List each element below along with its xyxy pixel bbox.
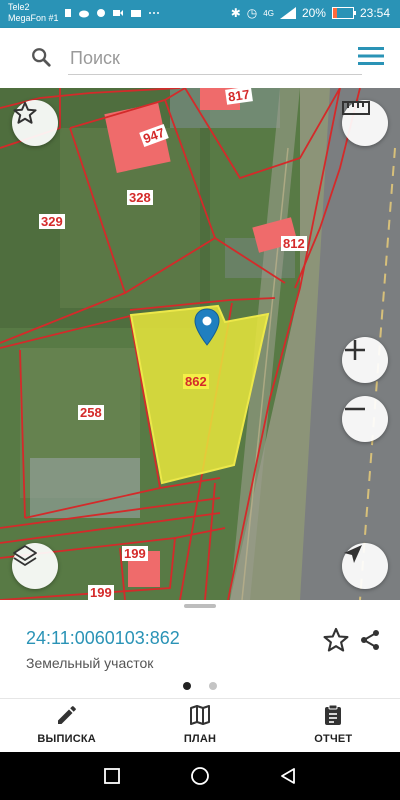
back-triangle-icon[interactable] [278, 766, 298, 786]
system-nav-bar [0, 752, 400, 800]
carrier-info: Tele2 MegaFon #1 [8, 2, 59, 24]
drag-handle[interactable] [184, 604, 216, 608]
carrier-2: MegaFon #1 [8, 13, 59, 23]
tab-report-label: ОТЧЕТ [314, 733, 353, 745]
share-icon[interactable] [358, 628, 382, 652]
parcel-type: Земельный участок [26, 655, 154, 671]
zoom-out-button[interactable] [342, 396, 388, 442]
clock: 23:54 [359, 6, 390, 20]
pencil-icon [57, 706, 76, 724]
parcel-label: 862 [183, 374, 209, 389]
battery-icon [331, 7, 356, 19]
battery-percent: 20% [301, 6, 326, 20]
cloud-icon [79, 10, 89, 18]
parcel-label: 199 [88, 585, 114, 600]
bluetooth-icon: ✱ [230, 6, 241, 20]
map-view[interactable]: 817 947 328 329 812 862 258 199 199 [0, 88, 400, 600]
more-dots-icon [149, 12, 159, 14]
search-bar [0, 28, 400, 88]
plus-icon [345, 340, 365, 360]
my-location-button[interactable] [342, 543, 388, 589]
favorite-star-button[interactable] [12, 100, 58, 146]
map-icon [189, 705, 210, 725]
video-icon [113, 10, 123, 16]
sim-icon [65, 9, 71, 17]
minus-icon [345, 407, 365, 411]
parcel-label: 812 [281, 236, 307, 251]
favorite-star-icon[interactable] [322, 626, 350, 654]
layers-button[interactable] [12, 543, 58, 589]
search-icon[interactable] [30, 46, 52, 68]
ruler-icon [342, 101, 370, 115]
layers-icon [13, 545, 37, 566]
location-pin-icon[interactable] [194, 308, 220, 346]
tab-extract[interactable]: ВЫПИСКА [0, 699, 133, 753]
parcel-label: 329 [39, 214, 65, 229]
battery-fill [332, 8, 337, 18]
tab-report[interactable]: ОТЧЕТ [267, 699, 400, 753]
pager-dot[interactable] [209, 682, 217, 690]
parcel-label: 199 [122, 546, 148, 561]
parcel-label: 258 [78, 405, 104, 420]
recents-square-icon[interactable] [102, 766, 122, 786]
mail-icon [131, 10, 141, 17]
clipboard-icon [325, 704, 342, 725]
alarm-icon: ◷ [246, 6, 258, 20]
star-outline-icon [13, 101, 37, 124]
pager-dot-active[interactable] [183, 682, 191, 690]
tab-plan-label: ПЛАН [183, 733, 217, 745]
search-input[interactable] [68, 42, 362, 75]
tab-extract-label: ВЫПИСКА [37, 733, 96, 745]
tab-plan[interactable]: ПЛАН [133, 699, 266, 753]
bottom-tab-bar: ВЫПИСКА ПЛАН ОТЧЕТ [0, 698, 400, 753]
gear-icon [97, 9, 105, 17]
network-type: 4G [263, 8, 274, 18]
status-right: ✱ ◷ 4G 20% 23:54 [231, 6, 390, 20]
navigation-arrow-icon [344, 545, 362, 563]
parcel-label: 328 [127, 190, 153, 205]
ruler-button[interactable] [342, 100, 388, 146]
parcel-info-panel[interactable]: 24:11:0060103:862 Земельный участок [0, 600, 400, 696]
signal-icon [279, 7, 296, 19]
status-bar: Tele2 MegaFon #1 ✱ ◷ 4G 20% 23:54 [0, 0, 400, 28]
carrier-1: Tele2 [8, 2, 30, 12]
zoom-in-button[interactable] [342, 337, 388, 383]
home-circle-icon[interactable] [190, 766, 210, 786]
menu-icon[interactable] [358, 46, 384, 66]
notification-icons [64, 8, 160, 18]
cadastral-number[interactable]: 24:11:0060103:862 [26, 628, 180, 649]
